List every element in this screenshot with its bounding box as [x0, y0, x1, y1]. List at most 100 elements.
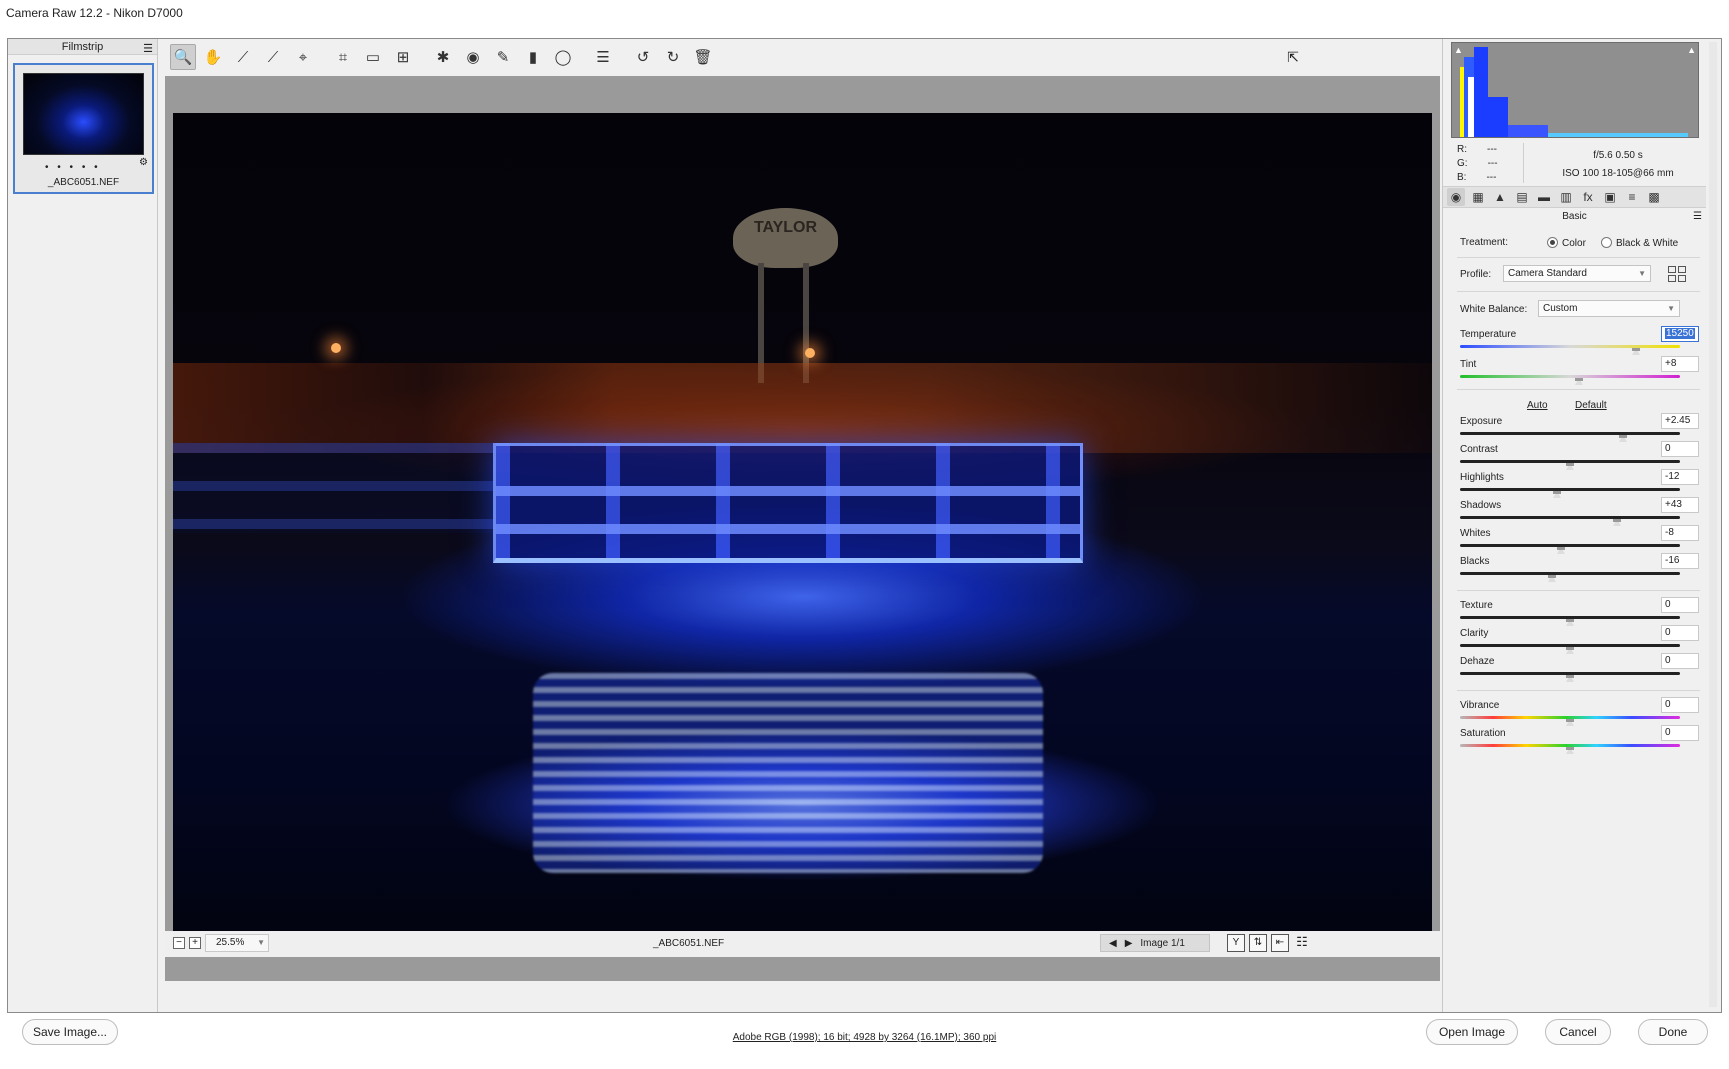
exposure-slider-track[interactable]	[1460, 432, 1680, 435]
g-label: G:	[1457, 158, 1468, 169]
saturation-value-field[interactable]: 0	[1661, 725, 1699, 741]
rating-dots[interactable]: • • • • •	[45, 162, 101, 173]
magnifier-icon[interactable]: 🔍	[170, 44, 196, 70]
graduated-filter-icon[interactable]: ▮	[520, 44, 546, 70]
eyedropper-icon[interactable]: ⟋	[230, 44, 256, 70]
treatment-bw-radio[interactable]: Black & White	[1601, 237, 1678, 249]
crop-icon[interactable]: ⌗	[330, 44, 356, 70]
tint-label: Tint	[1460, 359, 1477, 370]
hand-icon[interactable]: ✋	[200, 44, 226, 70]
profile-select[interactable]: Camera Standard ▼	[1503, 265, 1651, 282]
clarity-value-field[interactable]: 0	[1661, 625, 1699, 641]
detail-tab-icon[interactable]: ▲	[1491, 188, 1509, 206]
treatment-color-radio[interactable]: Color	[1547, 237, 1586, 249]
highlights-slider-thumb[interactable]	[1552, 491, 1561, 498]
r-label: R:	[1457, 144, 1467, 155]
exposure-slider-thumb[interactable]	[1618, 435, 1627, 442]
contrast-slider-thumb[interactable]	[1566, 463, 1574, 470]
lens-tab-icon[interactable]: ▥	[1557, 188, 1575, 206]
calibration-tab-icon[interactable]: ▣	[1601, 188, 1619, 206]
dehaze-value-field[interactable]: 0	[1661, 653, 1699, 669]
exposure-value-field[interactable]: +2.45	[1661, 413, 1699, 429]
split-toning-tab-icon[interactable]: ▬	[1535, 188, 1553, 206]
default-link[interactable]: Default	[1575, 400, 1607, 411]
target-adjust-icon[interactable]: ⌖	[290, 44, 316, 70]
shadows-slider-track[interactable]	[1460, 516, 1680, 519]
vibrance-value-field[interactable]: 0	[1661, 697, 1699, 713]
before-after-icon[interactable]: Y	[1227, 934, 1245, 952]
shadows-slider-thumb[interactable]	[1613, 519, 1622, 526]
transform-icon[interactable]: ⊞	[390, 44, 416, 70]
zoom-level-select[interactable]: 25.5% ▼	[205, 934, 269, 952]
done-button[interactable]: Done	[1638, 1019, 1708, 1045]
previous-image-icon[interactable]: ◀	[1109, 938, 1117, 949]
profile-browser-icon[interactable]	[1668, 266, 1686, 282]
tint-value-field[interactable]: +8	[1661, 356, 1699, 372]
shadows-value-field[interactable]: +43	[1661, 497, 1699, 513]
temperature-slider-thumb[interactable]	[1632, 348, 1640, 355]
trash-icon[interactable]: 🗑	[690, 44, 716, 70]
zoom-level-value: 25.5%	[216, 937, 245, 948]
spot-removal-icon[interactable]: ✱	[430, 44, 456, 70]
panel-scrollbar[interactable]	[1709, 42, 1717, 1007]
white-balance-select[interactable]: Custom ▼	[1538, 300, 1680, 317]
zoom-out-button[interactable]: −	[173, 937, 185, 949]
dehaze-slider-thumb[interactable]	[1566, 675, 1574, 682]
snapshots-tab-icon[interactable]: ▩	[1645, 188, 1663, 206]
blacks-slider-track[interactable]	[1460, 572, 1680, 575]
zoom-in-button[interactable]: +	[189, 937, 201, 949]
adjustment-brush-icon[interactable]: ✎	[490, 44, 516, 70]
filmstrip-title: Filmstrip	[61, 41, 104, 53]
color-sampler-icon[interactable]: ⟋	[260, 44, 286, 70]
blacks-value-field[interactable]: -16	[1661, 553, 1699, 569]
whites-value-field[interactable]: -8	[1661, 525, 1699, 541]
hsl-tab-icon[interactable]: ▤	[1513, 188, 1531, 206]
filmstrip-thumbnail[interactable]: • • • • • ⚙ _ABC6051.NEF	[13, 63, 154, 194]
blacks-slider-thumb[interactable]	[1548, 575, 1557, 582]
next-image-icon[interactable]: ▶	[1125, 938, 1133, 949]
panel-menu-icon[interactable]: ☰	[1693, 211, 1702, 222]
preferences-list-icon[interactable]: ☰	[590, 44, 616, 70]
texture-slider-thumb[interactable]	[1566, 619, 1574, 626]
presets-tab-icon[interactable]: ≡	[1623, 188, 1641, 206]
radial-filter-icon[interactable]: ◯	[550, 44, 576, 70]
cancel-button[interactable]: Cancel	[1545, 1019, 1611, 1045]
chevron-down-icon: ▼	[257, 938, 265, 947]
highlight-clipping-icon[interactable]: ▲	[1687, 45, 1696, 55]
fullscreen-toggle-icon[interactable]: ⇱	[1280, 44, 1306, 70]
auto-link[interactable]: Auto	[1527, 400, 1548, 411]
clarity-slider-thumb[interactable]	[1566, 647, 1574, 654]
vibrance-slider-thumb[interactable]	[1566, 719, 1574, 726]
swap-icon[interactable]: ⇅	[1249, 934, 1267, 952]
tint-slider-track[interactable]	[1460, 375, 1680, 378]
saturation-label: Saturation	[1460, 728, 1506, 739]
texture-label: Texture	[1460, 600, 1493, 611]
whites-slider-thumb[interactable]	[1557, 547, 1566, 554]
b-label: B:	[1457, 172, 1467, 183]
water-reflection	[533, 673, 1043, 873]
basic-tab-icon[interactable]: ◉	[1447, 188, 1465, 206]
whites-slider-track[interactable]	[1460, 544, 1680, 547]
preview-image[interactable]: TAYLOR	[173, 113, 1432, 947]
view-settings-icon[interactable]: ☷	[1293, 934, 1311, 952]
filmstrip-menu-icon[interactable]: ☰	[143, 41, 153, 57]
red-eye-icon[interactable]: ◉	[460, 44, 486, 70]
rotate-left-icon[interactable]: ↺	[630, 44, 656, 70]
copy-settings-icon[interactable]: ⇤	[1271, 934, 1289, 952]
highlights-slider-track[interactable]	[1460, 488, 1680, 491]
temperature-value: 15250	[1665, 328, 1695, 339]
shadow-clipping-icon[interactable]: ▲	[1454, 45, 1463, 55]
straighten-icon[interactable]: ▭	[360, 44, 386, 70]
tone-curve-tab-icon[interactable]: ▦	[1469, 188, 1487, 206]
tint-slider-thumb[interactable]	[1574, 378, 1583, 385]
effects-tab-icon[interactable]: fx	[1579, 188, 1597, 206]
open-image-button[interactable]: Open Image	[1426, 1019, 1518, 1045]
rotate-right-icon[interactable]: ↻	[660, 44, 686, 70]
contrast-value-field[interactable]: 0	[1661, 441, 1699, 457]
treatment-bw-label: Black & White	[1616, 238, 1679, 249]
temperature-value-field[interactable]: 15250	[1661, 326, 1699, 342]
saturation-slider-thumb[interactable]	[1566, 747, 1574, 754]
texture-value-field[interactable]: 0	[1661, 597, 1699, 613]
highlights-value-field[interactable]: -12	[1661, 469, 1699, 485]
temperature-slider-track[interactable]	[1460, 345, 1680, 348]
